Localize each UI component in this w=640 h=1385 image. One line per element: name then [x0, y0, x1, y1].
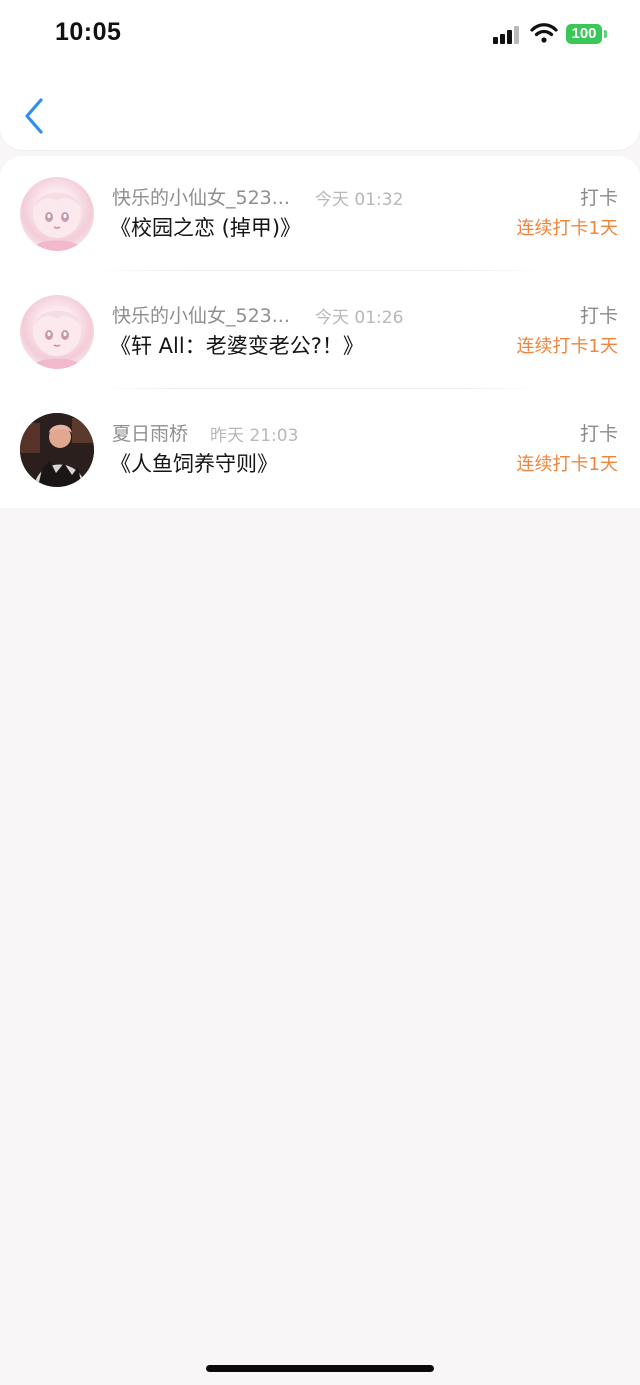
- battery-tip: [604, 30, 607, 38]
- checkin-row[interactable]: 快乐的小仙女_523... 今天 01:26 《轩 All：老婆变老公?！》 打…: [0, 274, 640, 392]
- wifi-icon: [530, 23, 558, 43]
- back-button[interactable]: [18, 96, 54, 136]
- post-time: 昨天 21:03: [210, 426, 299, 446]
- book-title[interactable]: 《轩 All：老婆变老公?！》: [110, 330, 364, 360]
- book-title[interactable]: 《校园之恋 (掉甲)》: [110, 212, 301, 242]
- user-name[interactable]: 夏日雨桥: [112, 419, 188, 446]
- anime-girl-avatar[interactable]: [20, 177, 94, 251]
- book-title[interactable]: 《人鱼饲养守则》: [110, 448, 278, 478]
- row-divider: [96, 388, 546, 389]
- checkin-list: 快乐的小仙女_523... 今天 01:32 《校园之恋 (掉甲)》 打卡 连续…: [0, 156, 640, 508]
- streak-label: 连续打卡1天: [516, 454, 618, 475]
- chevron-left-icon: [25, 98, 43, 134]
- post-time: 今天 01:26: [315, 308, 404, 328]
- photo-avatar[interactable]: [20, 413, 94, 487]
- status-time: 10:05: [55, 18, 122, 46]
- checkin-action-label: 打卡: [579, 423, 618, 445]
- battery-indicator: 100: [566, 24, 602, 44]
- top-bar: 10:05 100: [0, 0, 640, 150]
- user-name[interactable]: 快乐的小仙女_523...: [112, 183, 290, 210]
- home-indicator: [206, 1365, 434, 1372]
- checkin-action-label: 打卡: [579, 305, 618, 327]
- checkin-row[interactable]: 快乐的小仙女_523... 今天 01:32 《校园之恋 (掉甲)》 打卡 连续…: [0, 156, 640, 274]
- anime-girl-avatar[interactable]: [20, 295, 94, 369]
- post-time: 今天 01:32: [315, 190, 404, 210]
- row-divider: [96, 270, 546, 271]
- checkin-action-label: 打卡: [579, 187, 618, 209]
- checkin-row[interactable]: 夏日雨桥 昨天 21:03 《人鱼饲养守则》 打卡 连续打卡1天: [0, 392, 640, 510]
- streak-label: 连续打卡1天: [516, 336, 618, 357]
- cellular-signal-icon: [493, 24, 521, 44]
- streak-label: 连续打卡1天: [516, 218, 618, 239]
- user-name[interactable]: 快乐的小仙女_523...: [112, 301, 290, 328]
